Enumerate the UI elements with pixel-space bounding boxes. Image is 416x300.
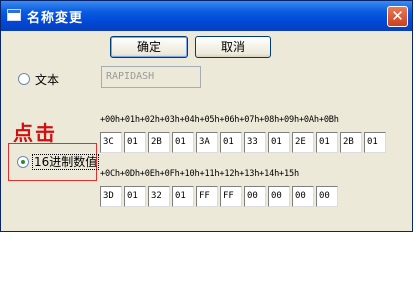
window-icon: [7, 9, 21, 21]
hex-byte-field[interactable]: 00: [292, 186, 314, 207]
click-annotation: 点击: [13, 121, 57, 145]
hex-byte-field[interactable]: 00: [244, 186, 266, 207]
hex-byte-field[interactable]: FF: [196, 186, 218, 207]
text-radio[interactable]: [18, 73, 30, 85]
hex-byte-field[interactable]: 2B: [340, 132, 362, 153]
hex-byte-field[interactable]: 3A: [196, 132, 218, 153]
text-radio-label: 文本: [35, 73, 60, 87]
hex-byte-field[interactable]: 33: [244, 132, 266, 153]
hex-byte-field[interactable]: 2B: [148, 132, 170, 153]
hex-byte-field[interactable]: 01: [364, 132, 386, 153]
hex-byte-field[interactable]: 01: [220, 132, 242, 153]
hex-byte-field[interactable]: 32: [148, 186, 170, 207]
cancel-button[interactable]: 取消: [195, 36, 271, 58]
close-button[interactable]: ✕: [387, 6, 408, 27]
hex-header-row1: +00h+01h+02h+03h+04h+05h+06h+07h+08h+09h…: [100, 115, 339, 125]
hex-byte-field[interactable]: 01: [172, 132, 194, 153]
hex-byte-field[interactable]: 01: [268, 132, 290, 153]
hex-header-row2: +0Ch+0Dh+0Eh+0Fh+10h+11h+12h+13h+14h+15h: [100, 169, 299, 179]
window-title: 名称変更: [27, 11, 84, 26]
title-bar[interactable]: 名称変更 ✕: [1, 1, 412, 31]
hex-byte-field[interactable]: 01: [124, 132, 146, 153]
hex-byte-field[interactable]: 3C: [100, 132, 122, 153]
hex-byte-field[interactable]: 2E: [292, 132, 314, 153]
hex-byte-field[interactable]: 3D: [100, 186, 122, 207]
ok-button[interactable]: 确定: [110, 36, 188, 58]
hex-byte-field[interactable]: FF: [220, 186, 242, 207]
text-field[interactable]: RAPIDASH: [101, 66, 201, 88]
hex-byte-field[interactable]: 00: [268, 186, 290, 207]
hex-byte-field[interactable]: 01: [172, 186, 194, 207]
hex-byte-field[interactable]: 01: [124, 186, 146, 207]
rename-dialog: 名称変更 ✕ 确定 取消 文本 RAPIDASH 点击 16进制数值 +00h+…: [0, 0, 413, 232]
hex-radio[interactable]: [17, 156, 29, 168]
hex-byte-field[interactable]: 01: [316, 132, 338, 153]
hex-byte-field[interactable]: 00: [316, 186, 338, 207]
hex-radio-label: 16进制数值: [32, 154, 100, 170]
